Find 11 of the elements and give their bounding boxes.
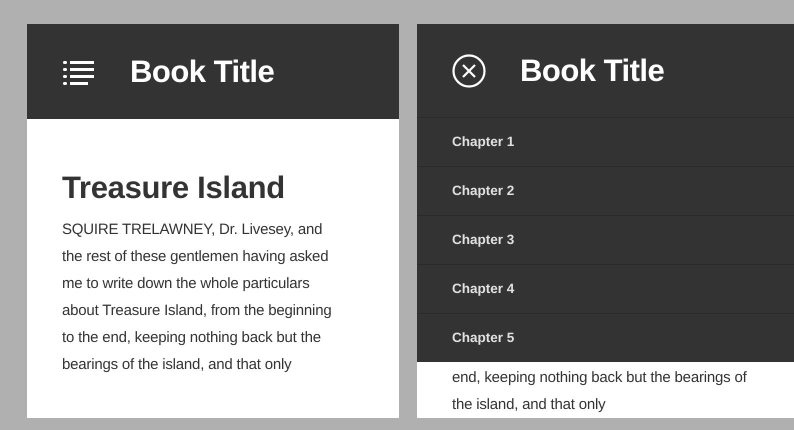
chapter-heading: Treasure Island: [62, 169, 286, 206]
close-icon[interactable]: [452, 54, 486, 88]
menu-item[interactable]: Chapter 4: [417, 264, 794, 313]
menu-item[interactable]: Chapter 1: [417, 117, 794, 166]
book-title: Book Title: [520, 52, 664, 90]
body-text: end, keeping nothing back but the bearings of the island, and that only: [452, 368, 748, 415]
body-text: SQUIRE TRELAWNEY, Dr. Livesey, and the rest of these gentlemen having asked me to write down the whole particulars about Treasure Island, from the beginning to the end, keeping nothing back but the bearings of the island, and that only: [62, 220, 332, 376]
menu-item[interactable]: Chapter 3: [417, 215, 794, 264]
menu-item[interactable]: Chapter 5: [417, 313, 794, 362]
book-title: Book Title: [130, 52, 274, 90]
menu-item[interactable]: Chapter 2: [417, 166, 794, 215]
